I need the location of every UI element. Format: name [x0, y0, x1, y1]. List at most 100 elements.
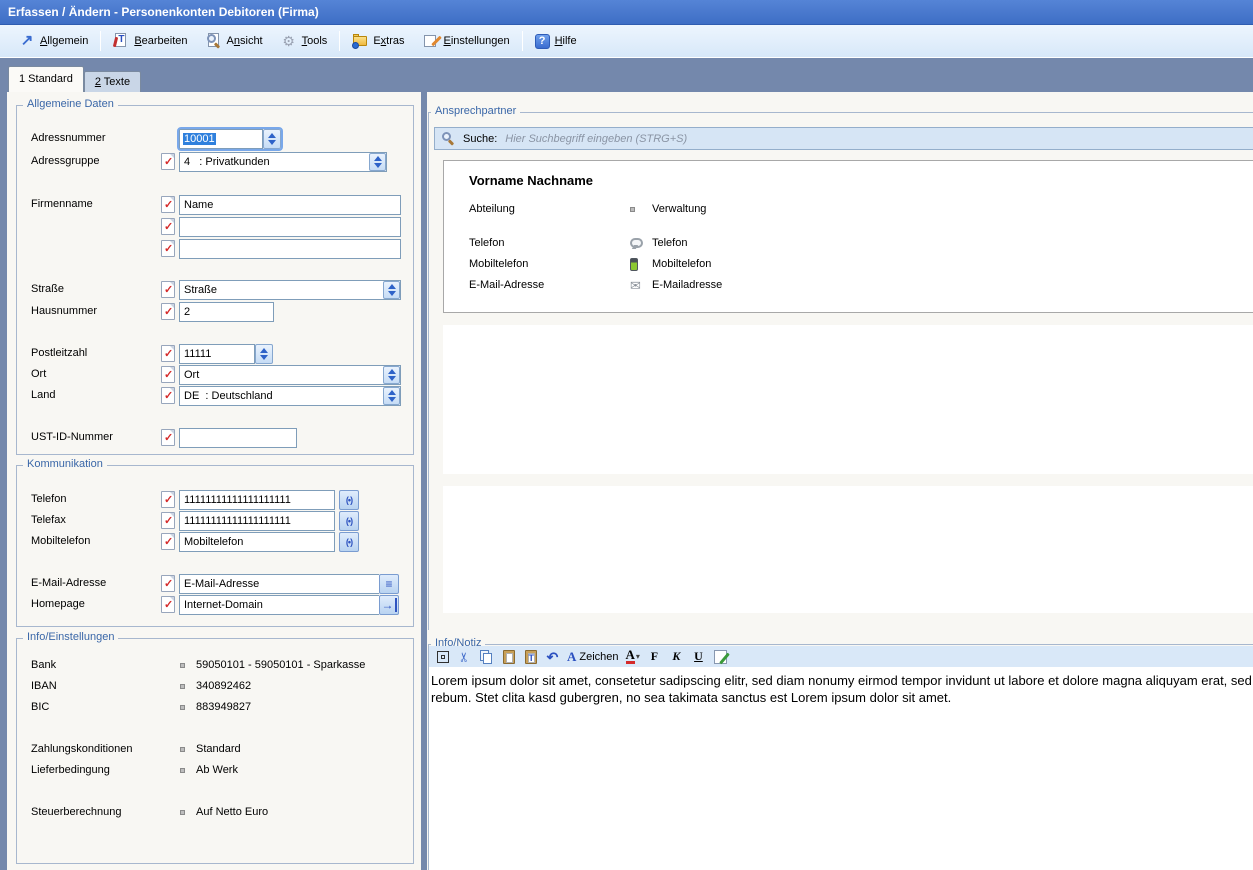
field-row: Postleitzahl ✓ [17, 344, 413, 364]
homepage-field: → [179, 595, 399, 615]
firmenname-input-3[interactable] [179, 239, 401, 259]
mobile-phone-icon [630, 258, 652, 271]
ort-input[interactable] [179, 365, 401, 385]
check-doc-button[interactable]: ✓ [161, 196, 175, 213]
edit-icon: T [113, 33, 129, 49]
check-doc-button[interactable]: ✓ [161, 491, 175, 508]
check-doc-button[interactable]: ✓ [161, 533, 175, 550]
field-label: Land [31, 389, 55, 401]
mobiltelefon-input[interactable] [179, 532, 335, 552]
land-input[interactable] [179, 386, 401, 406]
ort-spinner[interactable] [383, 366, 400, 384]
menu-label: Hilfe [555, 35, 577, 47]
check-doc-button[interactable]: ✓ [161, 218, 175, 235]
edit-note-button[interactable] [711, 648, 730, 666]
land-spinner[interactable] [383, 387, 400, 405]
check-doc-button[interactable]: ✓ [161, 281, 175, 298]
paste-button[interactable] [499, 648, 518, 666]
check-doc-button[interactable]: ✓ [161, 429, 175, 446]
bullet-icon [180, 663, 185, 668]
info-label: BIC [31, 701, 180, 713]
menu-tools[interactable]: ⚙ Tools [272, 29, 337, 53]
tab-strip: 1 Standard 2 Texte [0, 58, 1253, 92]
email-input[interactable] [179, 574, 379, 594]
firmenname-input-2[interactable] [179, 217, 401, 237]
font-color-button[interactable]: A ▾ [624, 648, 642, 666]
group-title: Ansprechpartner [431, 105, 520, 117]
field-label: Adressgruppe [31, 155, 100, 167]
italic-button[interactable]: K [667, 648, 686, 666]
menu-einstellungen[interactable]: Einstellungen [414, 29, 519, 53]
contact-label: E-Mail-Adresse [469, 279, 630, 291]
firmenname-input-1[interactable] [179, 195, 401, 215]
menu-bearbeiten[interactable]: T Bearbeiten [104, 29, 196, 53]
panel-splitter[interactable] [421, 92, 427, 870]
info-row: Steuerberechnung Auf Netto Euro [31, 804, 268, 820]
menu-allgemein[interactable]: ↗ Allgemein [10, 29, 97, 53]
plz-input[interactable] [179, 344, 255, 364]
dial-button[interactable]: (•) [339, 532, 359, 552]
adressgruppe-spinner[interactable] [369, 153, 386, 171]
undo-button[interactable]: ↶ [543, 648, 562, 666]
dial-button[interactable]: (•) [339, 511, 359, 531]
contact-row: Telefon Telefon [469, 235, 687, 251]
check-doc-button[interactable]: ✓ [161, 512, 175, 529]
strasse-spinner[interactable] [383, 281, 400, 299]
check-doc-button[interactable]: ✓ [161, 345, 175, 362]
field-row: Straße ✓ [17, 280, 413, 300]
email-list-button[interactable]: ≡ [379, 574, 399, 594]
check-doc-button[interactable]: ✓ [161, 153, 175, 170]
menu-extras[interactable]: Extras [343, 29, 413, 53]
field-label: Firmenname [31, 198, 93, 210]
paste-text-button[interactable]: T [521, 648, 540, 666]
italic-icon: K [672, 649, 680, 664]
search-input[interactable] [505, 128, 1253, 149]
open-url-button[interactable]: → [379, 595, 399, 615]
cut-button[interactable]: ✂ [455, 648, 474, 666]
field-label: Postleitzahl [31, 347, 87, 359]
underline-icon: U [694, 649, 703, 664]
check-doc-button[interactable]: ✓ [161, 303, 175, 320]
check-doc-button[interactable]: ✓ [161, 575, 175, 592]
group-title: Allgemeine Daten [23, 98, 118, 110]
check-doc-button[interactable]: ✓ [161, 387, 175, 404]
plz-spinner[interactable] [255, 344, 273, 364]
bold-button[interactable]: F [645, 648, 664, 666]
adressnummer-spinner[interactable] [263, 129, 281, 149]
character-format-button[interactable]: A Zeichen [565, 648, 621, 666]
underline-button[interactable]: U [689, 648, 708, 666]
contact-name: Vorname Nachname [469, 173, 593, 188]
search-label: Suche: [463, 133, 497, 145]
group-title: Info/Einstellungen [23, 631, 118, 643]
frame-button[interactable] [433, 648, 452, 666]
tab-texte[interactable]: 2 Texte [84, 71, 141, 92]
plz-field [179, 344, 273, 364]
tab-standard[interactable]: 1 Standard [8, 66, 84, 92]
check-doc-button[interactable]: ✓ [161, 596, 175, 613]
menu-ansicht[interactable]: Ansicht [197, 29, 272, 53]
contact-card: Vorname Nachname Abteilung Verwaltung Te… [443, 160, 1253, 313]
menu-hilfe[interactable]: ? Hilfe [526, 30, 586, 53]
ustid-input[interactable] [179, 428, 297, 448]
contact-label: Mobiltelefon [469, 258, 630, 270]
adressnummer-input[interactable]: 10001 [179, 129, 263, 149]
telefax-input[interactable] [179, 511, 335, 531]
copy-button[interactable] [477, 648, 496, 666]
info-value: 883949827 [196, 701, 251, 713]
dial-button[interactable]: (•) [339, 490, 359, 510]
group-title: Kommunikation [23, 458, 107, 470]
homepage-input[interactable] [179, 595, 379, 615]
field-label: Hausnummer [31, 305, 97, 317]
bullet-icon [630, 207, 652, 212]
strasse-input[interactable] [179, 280, 401, 300]
hausnummer-input[interactable] [179, 302, 274, 322]
adressgruppe-input[interactable] [179, 152, 387, 172]
field-row: Hausnummer ✓ [17, 302, 413, 322]
telefon-input[interactable] [179, 490, 335, 510]
check-doc-button[interactable]: ✓ [161, 240, 175, 257]
paste-icon [503, 650, 515, 664]
info-value: Ab Werk [196, 764, 238, 776]
check-doc-button[interactable]: ✓ [161, 366, 175, 383]
notes-text-area[interactable]: Lorem ipsum dolor sit amet, consetetur s… [429, 667, 1253, 870]
contact-row: Abteilung Verwaltung [469, 201, 706, 217]
